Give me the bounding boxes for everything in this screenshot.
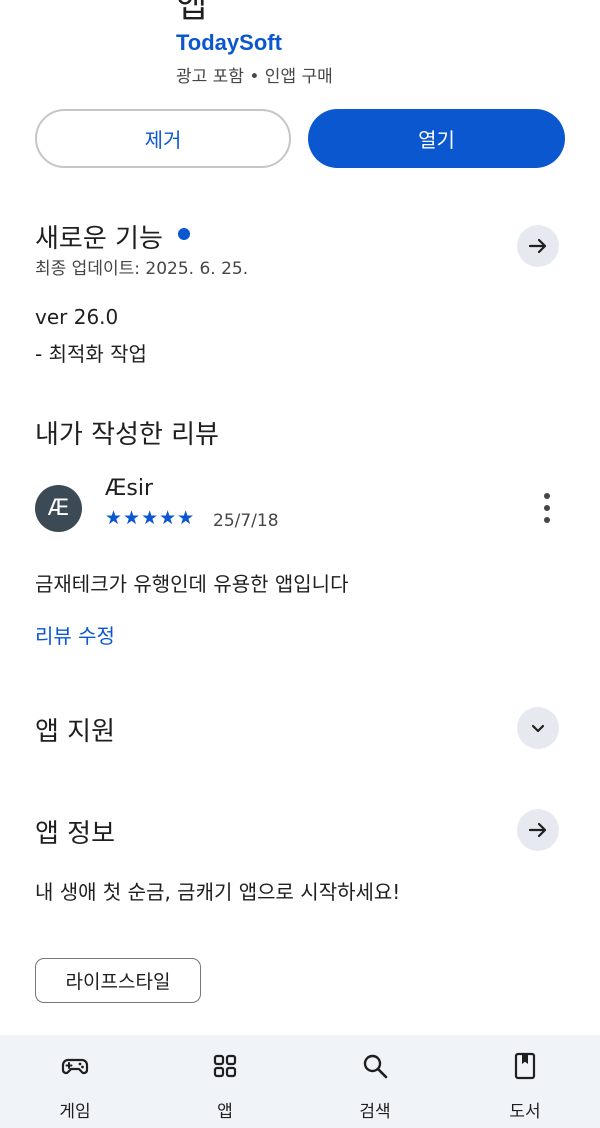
category-chip[interactable]: 라이프스타일: [35, 958, 201, 1003]
review-text: 금재테크가 유행인데 유용한 앱입니다: [35, 572, 349, 596]
avatar-initial: Æ: [47, 496, 70, 521]
review-date: 25/7/18: [213, 511, 279, 531]
new-indicator-dot: [178, 228, 190, 240]
version-text: ver 26.0: [35, 305, 119, 329]
more-options-icon[interactable]: [533, 493, 561, 523]
book-icon: [514, 1052, 536, 1080]
arrow-right-icon: [528, 822, 547, 838]
nav-label-games: 게임: [59, 1102, 91, 1122]
reviewer-name: Æsir: [105, 476, 154, 501]
chevron-down-icon: [531, 724, 545, 733]
avatar: Æ: [35, 485, 82, 532]
search-icon: [363, 1054, 388, 1079]
bottom-nav: 게임 앱 검색 도서: [0, 1035, 600, 1128]
nav-label-books: 도서: [509, 1102, 541, 1122]
nav-item-books[interactable]: 도서: [450, 1035, 600, 1128]
arrow-right-icon: [528, 238, 547, 254]
star-rating: ★★★★★: [105, 507, 196, 529]
nav-item-search[interactable]: 검색: [300, 1035, 450, 1128]
nav-label-apps: 앱: [217, 1102, 233, 1122]
gamepad-icon: [61, 1058, 89, 1075]
edit-review-link[interactable]: 리뷰 수정: [35, 620, 115, 649]
last-updated: 최종 업데이트: 2025. 6. 25.: [35, 259, 249, 279]
whats-new-arrow-button[interactable]: [517, 225, 559, 267]
app-meta-info: 광고 포함 • 인앱 구매: [176, 67, 333, 87]
nav-item-apps[interactable]: 앱: [150, 1035, 300, 1128]
nav-item-games[interactable]: 게임: [0, 1035, 150, 1128]
app-info-title: 앱 정보: [35, 819, 116, 849]
open-button[interactable]: 열기: [308, 109, 565, 168]
whats-new-title: 새로운 기능: [35, 224, 163, 254]
my-review-title: 내가 작성한 리뷰: [35, 420, 219, 450]
release-note: - 최적화 작업: [35, 342, 147, 366]
nav-label-search: 검색: [359, 1102, 391, 1122]
app-support-title: 앱 지원: [35, 717, 116, 747]
app-info-arrow-button[interactable]: [517, 809, 559, 851]
app-support-expand-button[interactable]: [517, 707, 559, 749]
app-tagline: 내 생애 첫 순금, 금캐기 앱으로 시작하세요!: [35, 880, 401, 904]
app-title-partial: 앱: [176, 0, 208, 26]
apps-grid-icon: [213, 1054, 237, 1078]
developer-link[interactable]: TodaySoft: [176, 30, 282, 56]
uninstall-button[interactable]: 제거: [35, 109, 291, 168]
